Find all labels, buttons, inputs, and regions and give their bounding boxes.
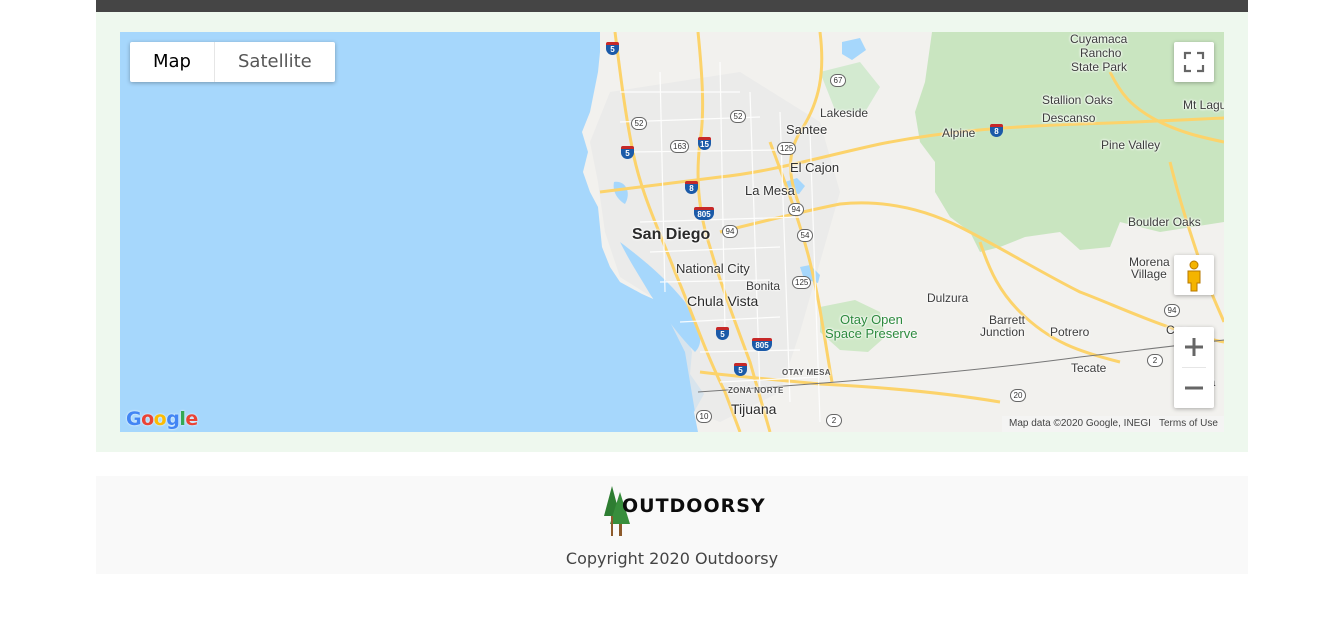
label-bonita: Bonita <box>746 279 781 293</box>
label-chula-vista: Chula Vista <box>687 293 759 309</box>
label-otay-preserve: Space Preserve <box>825 326 918 341</box>
route-marker: 94 <box>1164 304 1180 317</box>
label-stallion-oaks: Stallion Oaks <box>1042 93 1113 107</box>
google-map[interactable]: Cuyamaca Rancho State Park Lakeside Sant… <box>120 32 1224 432</box>
street-view-button[interactable] <box>1174 255 1214 295</box>
route-marker: 125 <box>777 142 797 155</box>
label-zona-norte: ZONA NORTE <box>728 386 784 395</box>
label-boulder-oaks: Boulder Oaks <box>1128 215 1201 229</box>
label-potrero: Potrero <box>1050 325 1090 339</box>
route-marker: 2 <box>826 414 842 427</box>
zoom-in-button[interactable] <box>1174 327 1214 367</box>
route-marker: 125 <box>792 276 812 289</box>
label-mt-laguna: Mt Lagu <box>1183 98 1224 112</box>
route-marker: 163 <box>670 140 690 153</box>
map-data-attribution[interactable]: Map data ©2020 Google, INEGI <box>1009 416 1151 432</box>
route-marker: 2 <box>1147 354 1163 367</box>
route-marker: 94 <box>788 203 804 216</box>
label-morena-village: Village <box>1131 267 1167 281</box>
zoom-control <box>1174 327 1214 408</box>
route-marker: 52 <box>730 110 746 123</box>
fullscreen-button[interactable] <box>1174 42 1214 82</box>
copyright-text: Copyright 2020 Outdoorsy <box>565 549 779 568</box>
route-marker: 54 <box>797 229 813 242</box>
interstate-shield: 5 <box>621 146 634 159</box>
label-descanso: Descanso <box>1042 111 1096 125</box>
label-tijuana: Tijuana <box>731 401 777 417</box>
route-marker: 20 <box>1010 389 1026 402</box>
map-type-satellite-button[interactable]: Satellite <box>215 42 335 82</box>
interstate-shield: 5 <box>734 363 747 376</box>
interstate-shield: 5 <box>606 42 619 55</box>
map-section: Cuyamaca Rancho State Park Lakeside Sant… <box>96 12 1248 452</box>
label-la-mesa: La Mesa <box>745 183 795 198</box>
label-alpine: Alpine <box>942 126 976 140</box>
label-national-city: National City <box>676 261 750 276</box>
label-otay-mesa: OTAY MESA <box>782 368 831 377</box>
label-san-diego: San Diego <box>632 226 711 243</box>
route-marker: 10 <box>696 410 712 423</box>
label-cuyamaca: Rancho <box>1080 46 1122 60</box>
label-cuyamaca: Cuyamaca <box>1070 32 1128 46</box>
route-marker: 94 <box>722 225 738 238</box>
pegman-icon <box>1187 260 1201 292</box>
interstate-shield: 805 <box>694 207 714 220</box>
route-marker: 52 <box>631 117 647 130</box>
zoom-out-button[interactable] <box>1174 368 1214 408</box>
label-tecate: Tecate <box>1071 361 1107 375</box>
top-nav-bar <box>96 0 1248 12</box>
label-cuyamaca: State Park <box>1071 60 1128 74</box>
plus-icon <box>1185 338 1203 356</box>
label-pine-valley: Pine Valley <box>1101 138 1161 152</box>
google-logo[interactable]: Google <box>126 408 198 430</box>
fullscreen-icon <box>1183 51 1205 73</box>
interstate-shield: 8 <box>990 124 1003 137</box>
label-dulzura: Dulzura <box>927 291 969 305</box>
terms-of-use-link[interactable]: Terms of Use <box>1159 416 1218 432</box>
interstate-shield: 5 <box>716 327 729 340</box>
route-marker: 67 <box>830 74 846 87</box>
minus-icon <box>1185 386 1203 390</box>
label-el-cajon: El Cajon <box>790 160 840 175</box>
brand-name: OUTDOORSY <box>622 495 766 517</box>
label-otay-preserve: Otay Open <box>840 312 903 327</box>
label-santee: Santee <box>786 122 828 137</box>
interstate-shield: 8 <box>685 181 698 194</box>
footer-logo[interactable]: OUTDOORSY <box>600 482 765 540</box>
interstate-shield: 15 <box>698 137 711 150</box>
label-barrett-junction: Junction <box>980 325 1025 339</box>
site-footer: OUTDOORSY Copyright 2020 Outdoorsy <box>96 476 1248 574</box>
map-type-control: Map Satellite <box>130 42 335 82</box>
interstate-shield: 805 <box>752 338 772 351</box>
map-type-map-button[interactable]: Map <box>130 42 215 82</box>
label-lakeside: Lakeside <box>820 106 869 120</box>
